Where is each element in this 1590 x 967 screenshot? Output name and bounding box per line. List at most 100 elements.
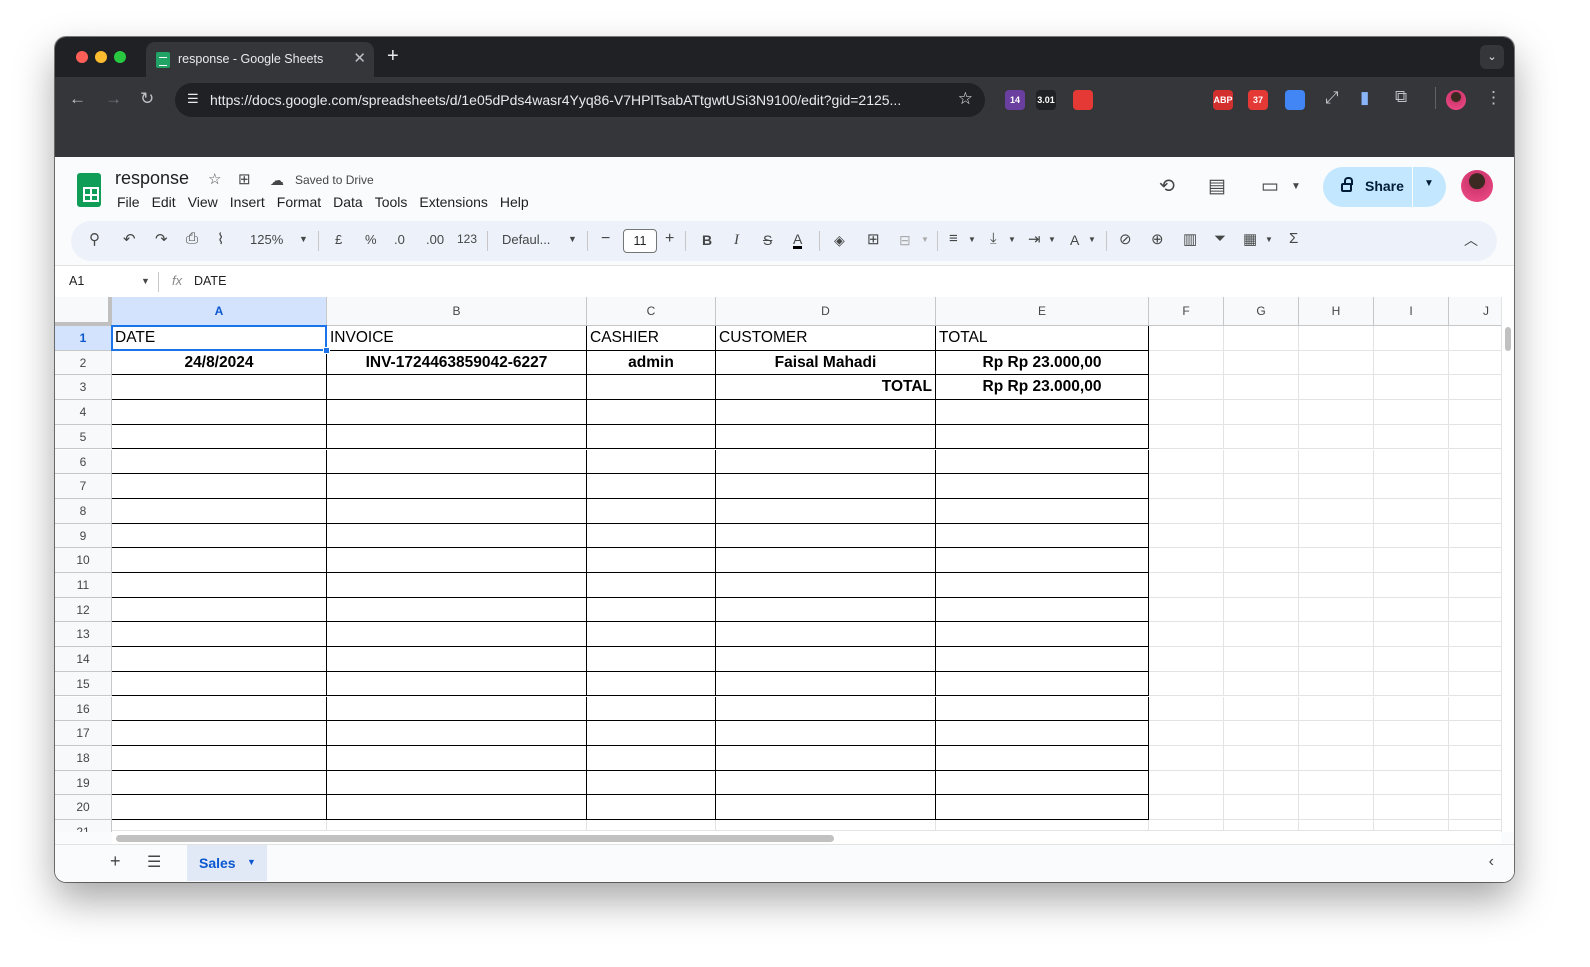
vertical-align-icon[interactable]: ⤓ [990, 230, 997, 247]
cell-h16[interactable] [1299, 696, 1374, 722]
cell-i3[interactable] [1374, 375, 1449, 401]
cell-h3[interactable] [1299, 375, 1374, 401]
cell-f13[interactable] [1149, 622, 1224, 648]
cell-i2[interactable] [1374, 350, 1449, 376]
menu-help[interactable]: Help [500, 194, 529, 210]
row-header[interactable]: 20 [55, 795, 112, 820]
cell-e3[interactable]: Rp Rp 23.000,00 [936, 375, 1149, 401]
adblock-extension-icon[interactable]: ABP [1213, 90, 1233, 110]
rotation-dropdown-icon[interactable]: ▼ [1088, 235, 1096, 244]
halign-dropdown-icon[interactable]: ▼ [968, 235, 976, 244]
cell-h19[interactable] [1299, 770, 1374, 796]
color-extension-icon[interactable] [1178, 90, 1198, 110]
row-header[interactable]: 17 [55, 721, 112, 746]
cell-d17[interactable] [716, 721, 936, 746]
cell-g12[interactable] [1224, 597, 1299, 623]
cell-b1[interactable]: INVOICE [327, 326, 587, 351]
row-header[interactable]: 13 [55, 622, 112, 648]
cell-c8[interactable] [587, 498, 716, 524]
meet-dropdown-icon[interactable]: ▼ [1291, 181, 1301, 192]
cell-h10[interactable] [1299, 548, 1374, 573]
cell-b15[interactable] [327, 671, 587, 697]
cell-g6[interactable] [1224, 449, 1299, 475]
chrome-menu-icon[interactable]: ⋮ [1485, 88, 1502, 108]
reload-icon[interactable]: ↻ [140, 89, 154, 109]
row-header[interactable]: 6 [55, 449, 112, 475]
menu-format[interactable]: Format [277, 194, 321, 210]
cell-e11[interactable] [936, 573, 1149, 598]
cell-i19[interactable] [1374, 770, 1449, 796]
cell-f2[interactable] [1149, 350, 1224, 376]
share-button[interactable]: Share ▼ [1323, 167, 1446, 207]
cell-i1[interactable] [1374, 326, 1449, 351]
cell-i9[interactable] [1374, 523, 1449, 549]
cell-h14[interactable] [1299, 647, 1374, 672]
cell-a7[interactable] [112, 474, 327, 499]
react-extension-icon[interactable] [1143, 90, 1163, 110]
cell-f8[interactable] [1149, 498, 1224, 524]
cell-d12[interactable] [716, 597, 936, 623]
cell-e9[interactable] [936, 523, 1149, 549]
cell-j3[interactable] [1449, 375, 1501, 401]
cell-j14[interactable] [1449, 647, 1501, 672]
vue-extension-icon[interactable] [1108, 90, 1128, 110]
select-all-corner[interactable] [55, 297, 112, 326]
new-tab-button[interactable]: + [387, 45, 399, 68]
cell-g16[interactable] [1224, 696, 1299, 722]
italic-button[interactable]: I [734, 232, 739, 249]
row-header[interactable]: 18 [55, 745, 112, 771]
back-icon[interactable]: ← [69, 89, 86, 109]
cell-c15[interactable] [587, 671, 716, 697]
wrap-dropdown-icon[interactable]: ▼ [1048, 235, 1056, 244]
all-sheets-icon[interactable]: ☰ [147, 852, 161, 872]
cell-g14[interactable] [1224, 647, 1299, 672]
cell-f15[interactable] [1149, 671, 1224, 697]
cell-g18[interactable] [1224, 745, 1299, 771]
cell-j10[interactable] [1449, 548, 1501, 573]
cell-c13[interactable] [587, 622, 716, 648]
cell-f4[interactable] [1149, 400, 1224, 425]
bookmark-star-icon[interactable]: ☆ [958, 89, 973, 109]
cell-i7[interactable] [1374, 474, 1449, 499]
cell-a13[interactable] [112, 622, 327, 648]
cell-d11[interactable] [716, 573, 936, 598]
cell-b10[interactable] [327, 548, 587, 573]
cell-f12[interactable] [1149, 597, 1224, 623]
cell-e2[interactable]: Rp Rp 23.000,00 [936, 350, 1149, 376]
menu-data[interactable]: Data [333, 194, 363, 210]
cell-b2[interactable]: INV-1724463859042-6227 [327, 350, 587, 376]
cell-e13[interactable] [936, 622, 1149, 648]
cell-e4[interactable] [936, 400, 1149, 425]
row-header[interactable]: 4 [55, 400, 112, 425]
merge-cells-icon[interactable]: ⊟ [899, 232, 911, 249]
cell-g5[interactable] [1224, 424, 1299, 450]
cell-d9[interactable] [716, 523, 936, 549]
cell-f5[interactable] [1149, 424, 1224, 450]
sheet-tab-sales[interactable]: Sales ▼ [187, 845, 267, 881]
column-header-h[interactable]: H [1299, 297, 1374, 326]
font-size-input[interactable]: 11 [623, 229, 657, 253]
cell-g4[interactable] [1224, 400, 1299, 425]
cell-i16[interactable] [1374, 696, 1449, 722]
collapse-sidebar-icon[interactable]: ‹ [1489, 853, 1494, 871]
close-tab-icon[interactable]: ✕ [353, 49, 366, 67]
cell-b6[interactable] [327, 449, 587, 475]
cell-a11[interactable] [112, 573, 327, 598]
cell-f6[interactable] [1149, 449, 1224, 475]
row-header[interactable]: 14 [55, 647, 112, 672]
profile-avatar[interactable] [1446, 90, 1466, 110]
cell-i20[interactable] [1374, 795, 1449, 820]
fill-color-icon[interactable]: ◈ [834, 232, 845, 249]
menu-view[interactable]: View [188, 194, 218, 210]
row-header[interactable]: 9 [55, 523, 112, 549]
cell-d7[interactable] [716, 474, 936, 499]
cell-b5[interactable] [327, 424, 587, 450]
cell-h12[interactable] [1299, 597, 1374, 623]
row-header[interactable]: 10 [55, 548, 112, 573]
cell-f14[interactable] [1149, 647, 1224, 672]
cell-c10[interactable] [587, 548, 716, 573]
cell-e15[interactable] [936, 671, 1149, 697]
strikethrough-icon[interactable]: S [763, 232, 772, 248]
row-header[interactable]: 8 [55, 498, 112, 524]
cell-b11[interactable] [327, 573, 587, 598]
